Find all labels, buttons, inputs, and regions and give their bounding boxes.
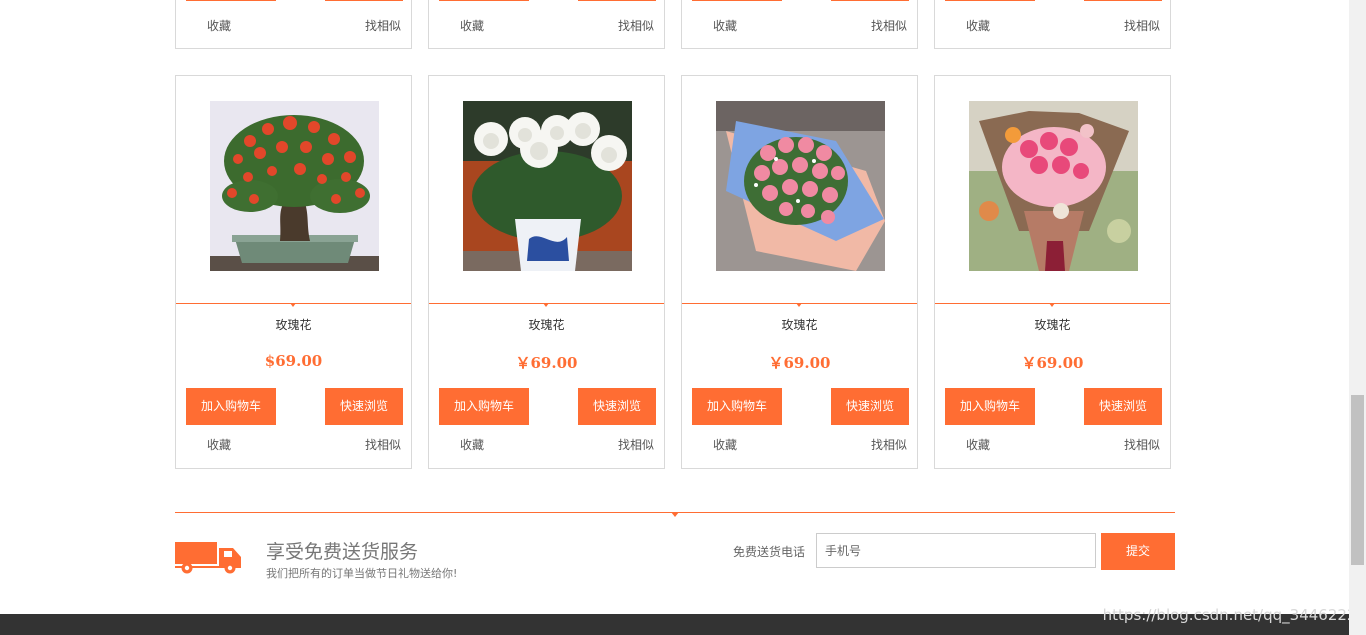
find-similar-link[interactable]: 找相似: [1124, 436, 1160, 453]
section-divider: [175, 512, 1175, 517]
product-image[interactable]: [969, 101, 1138, 271]
delivery-subtitle: 我们把所有的订单当做节日礼物送给你!: [266, 567, 458, 580]
quick-view-button[interactable]: [325, 0, 403, 1]
quick-view-button[interactable]: [831, 0, 909, 1]
product-price: ￥69.00: [1021, 354, 1084, 372]
product-card: 玫瑰花 ￥69.00 加入购物车 快速浏览 收藏 找相似: [934, 75, 1171, 469]
bonsai-tree-image: [210, 101, 379, 271]
product-card: 收藏 找相似: [934, 0, 1171, 49]
quick-view-button[interactable]: 快速浏览: [1084, 388, 1162, 425]
product-name[interactable]: 玫瑰花: [429, 316, 664, 333]
product-name[interactable]: 玫瑰花: [682, 316, 917, 333]
submit-button[interactable]: 提交: [1101, 533, 1175, 570]
add-to-cart-button[interactable]: [945, 0, 1035, 1]
find-similar-link[interactable]: 找相似: [365, 17, 401, 34]
watermark: https://blog.csdn.net/qq_34462227: [1102, 606, 1366, 624]
card-divider: [176, 303, 411, 307]
truck-icon: [175, 540, 243, 579]
quick-view-button[interactable]: [578, 0, 656, 1]
favorite-link[interactable]: 收藏: [966, 17, 990, 34]
quick-view-button[interactable]: 快速浏览: [578, 388, 656, 425]
find-similar-link[interactable]: 找相似: [871, 17, 907, 34]
add-to-cart-button[interactable]: [186, 0, 276, 1]
add-to-cart-button[interactable]: 加入购物车: [945, 388, 1035, 425]
find-similar-link[interactable]: 找相似: [618, 436, 654, 453]
product-card: 收藏 找相似: [681, 0, 918, 49]
find-similar-link[interactable]: 找相似: [1124, 17, 1160, 34]
add-to-cart-button[interactable]: [692, 0, 782, 1]
vertical-scrollbar[interactable]: [1349, 0, 1366, 635]
rose-bouquet-image: [716, 101, 885, 271]
product-card: 玫瑰花 ￥69.00 加入购物车 快速浏览 收藏 找相似: [681, 75, 918, 469]
page: 收藏 找相似 收藏 找相似 收藏 找相似 收藏 找相似 玫瑰花 $69.00 加…: [0, 0, 1349, 635]
add-to-cart-button[interactable]: 加入购物车: [439, 388, 529, 425]
add-to-cart-button[interactable]: [439, 0, 529, 1]
quick-view-button[interactable]: [1084, 0, 1162, 1]
favorite-link[interactable]: 收藏: [713, 436, 737, 453]
favorite-link[interactable]: 收藏: [966, 436, 990, 453]
find-similar-link[interactable]: 找相似: [618, 17, 654, 34]
add-to-cart-button[interactable]: 加入购物车: [692, 388, 782, 425]
favorite-link[interactable]: 收藏: [460, 17, 484, 34]
favorite-link[interactable]: 收藏: [713, 17, 737, 34]
product-price: ￥69.00: [515, 354, 578, 372]
delivery-title: 享受免费送货服务: [266, 541, 419, 563]
product-card: 玫瑰花 $69.00 加入购物车 快速浏览 收藏 找相似: [175, 75, 412, 469]
card-divider: [682, 303, 917, 307]
product-card: 收藏 找相似: [175, 0, 412, 49]
favorite-link[interactable]: 收藏: [207, 17, 231, 34]
product-image[interactable]: [716, 101, 885, 271]
scrollbar-thumb[interactable]: [1351, 395, 1364, 565]
product-name[interactable]: 玫瑰花: [176, 316, 411, 333]
chrysanthemum-image: [463, 101, 632, 271]
phone-input[interactable]: [816, 533, 1096, 568]
add-to-cart-button[interactable]: 加入购物车: [186, 388, 276, 425]
find-similar-link[interactable]: 找相似: [365, 436, 401, 453]
favorite-link[interactable]: 收藏: [460, 436, 484, 453]
phone-label: 免费送货电话: [733, 545, 806, 559]
pink-bouquet-image: [969, 101, 1138, 271]
product-image[interactable]: [463, 101, 632, 271]
quick-view-button[interactable]: 快速浏览: [325, 388, 403, 425]
product-name[interactable]: 玫瑰花: [935, 316, 1170, 333]
card-divider: [935, 303, 1170, 307]
find-similar-link[interactable]: 找相似: [871, 436, 907, 453]
quick-view-button[interactable]: 快速浏览: [831, 388, 909, 425]
product-price: ￥69.00: [768, 354, 831, 372]
product-card: 收藏 找相似: [428, 0, 665, 49]
product-image[interactable]: [210, 101, 379, 271]
favorite-link[interactable]: 收藏: [207, 436, 231, 453]
card-divider: [429, 303, 664, 307]
product-card: 玫瑰花 ￥69.00 加入购物车 快速浏览 收藏 找相似: [428, 75, 665, 469]
product-price: $69.00: [264, 352, 323, 370]
